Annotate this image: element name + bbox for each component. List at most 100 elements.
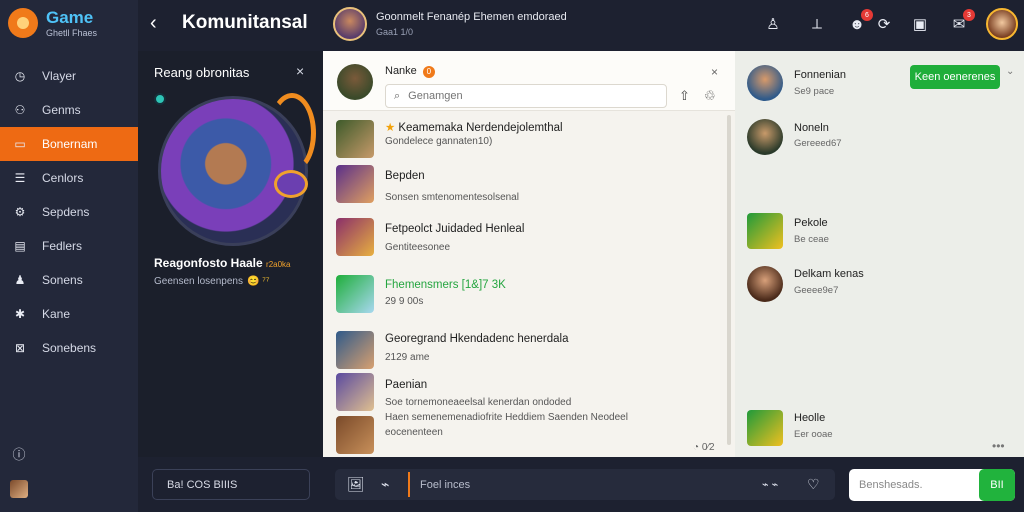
members-panel: Keen oenerenes ⌄ Fonnenian Se9 pace None… xyxy=(735,51,1024,457)
profile-icon[interactable]: ♙ xyxy=(763,14,783,34)
scrollbar[interactable] xyxy=(727,115,731,445)
avatar xyxy=(747,65,783,101)
nav-item-label: Sepdens xyxy=(42,205,90,219)
nav-item-fedlers[interactable]: ▤ Fedlers xyxy=(0,229,138,263)
logo-title: Game xyxy=(46,7,94,27)
avatar xyxy=(747,119,783,155)
online-status-icon xyxy=(154,93,166,105)
avatar xyxy=(336,165,374,203)
avatar xyxy=(336,120,374,158)
list-item[interactable]: ★ Keamemaka Nerdendejolemthal Gondelece g… xyxy=(323,117,727,161)
nav-item-label: Bonernam xyxy=(42,137,98,151)
message-input[interactable] xyxy=(408,472,758,497)
avatar xyxy=(747,266,783,302)
people-icon: ⚇ xyxy=(14,103,26,117)
nav-item-label: Kane xyxy=(42,307,71,321)
star-icon: ★ xyxy=(385,122,396,134)
list-item[interactable] xyxy=(323,414,727,458)
left-nav: Game Ghetll Fhaes ◷ Vlayer ⚇ Genms ▭ Bon… xyxy=(0,0,138,512)
profile-panel: Reang obronitas × Reagonfosto Haale r2a0… xyxy=(138,51,323,457)
refresh-icon[interactable]: ⟳ xyxy=(874,14,894,34)
avatar xyxy=(336,218,374,256)
help-icon[interactable]: ⓘ xyxy=(10,444,28,462)
page-title: Komunitansal xyxy=(182,12,308,33)
close-icon[interactable]: × xyxy=(711,65,718,79)
search-input[interactable] xyxy=(408,90,629,102)
recycle-icon[interactable]: ♲ xyxy=(704,88,716,104)
list-item[interactable]: Fhemensmers [1&]7 3K 29 9 00s xyxy=(323,273,727,321)
join-button[interactable]: Keen oenerenes xyxy=(910,65,1000,89)
chevron-down-icon[interactable]: ⌄ xyxy=(1006,66,1014,77)
nav-item-label: Cenlors xyxy=(42,171,84,185)
message-icon[interactable]: ✉ 3 xyxy=(949,9,975,34)
quick-reply-input[interactable] xyxy=(849,469,977,501)
list-item[interactable]: Fetpeolct Juidaded Henleal Gentiteesonee xyxy=(323,216,727,264)
avatar xyxy=(747,410,783,446)
chat-list-title: Nanke 0 xyxy=(385,65,435,78)
logo-subtitle: Ghetll Fhaes xyxy=(46,27,98,38)
avatar xyxy=(336,275,374,313)
nav-item-label: Vlayer xyxy=(42,69,77,83)
logo-icon xyxy=(8,8,38,38)
avatar xyxy=(336,331,374,369)
notification-badge: 6 xyxy=(861,9,873,21)
nav-item-label: Sonens xyxy=(42,273,83,287)
user-avatar[interactable] xyxy=(333,7,367,41)
profile-panel-title: Reang obronitas xyxy=(154,65,250,80)
close-icon[interactable]: × xyxy=(296,63,304,79)
list-icon: ☰ xyxy=(14,171,26,185)
more-icon[interactable]: ••• xyxy=(992,439,1005,453)
user-status: Gaa1 1/0 xyxy=(376,27,414,37)
nav-item-label: Genms xyxy=(42,103,81,117)
nav-item-sepdens[interactable]: ⚙ Sepdens xyxy=(0,195,138,229)
nav-item-label: Sonebens xyxy=(42,341,97,355)
top-bar: ‹ Komunitansal Goonmelt Fenanép Ehemen e… xyxy=(138,0,1024,51)
square-icon[interactable]: ▣ xyxy=(910,14,930,34)
profile-name: Reagonfosto Haale r2a0ka xyxy=(154,256,291,270)
share-icon[interactable]: ⇧ xyxy=(679,88,690,104)
avatar xyxy=(336,373,374,411)
nav-list: ◷ Vlayer ⚇ Genms ▭ Bonernam ☰ Cenlors ⚙ … xyxy=(0,59,138,365)
count-badge: 0 xyxy=(422,66,435,78)
account-avatar[interactable] xyxy=(986,8,1018,40)
group-avatar[interactable] xyxy=(337,64,373,100)
user-avatar[interactable] xyxy=(10,480,28,498)
bottom-bar: Ba! COS BIIIS 🖼 ⌁ ⌁ ⌁ ♡ BII xyxy=(138,457,1024,512)
attach-icon[interactable]: ⌁ xyxy=(381,476,389,493)
app-logo[interactable]: Game Ghetll Fhaes xyxy=(8,8,97,38)
list-item[interactable]: Paenian Soe tornemoneaeelsal kenerdan on… xyxy=(323,371,727,438)
nav-item-cenlors[interactable]: ☰ Cenlors xyxy=(0,161,138,195)
status-button[interactable]: Ba! COS BIIIS xyxy=(152,469,310,500)
profile-description: Geensen losenpens 😊 ⁷⁷ xyxy=(154,276,270,287)
read-status: ◔ 0⁄2 xyxy=(693,442,715,453)
settings-icon: ⚙ xyxy=(14,205,26,219)
person-icon: ♟ xyxy=(14,273,26,287)
nav-item-sonens[interactable]: ♟ Sonens xyxy=(0,263,138,297)
nav-item-vlayer[interactable]: ◷ Vlayer xyxy=(0,59,138,93)
folder-icon: ▤ xyxy=(14,239,26,253)
nav-item-genms[interactable]: ⚇ Genms xyxy=(0,93,138,127)
image-icon[interactable]: 🖼 xyxy=(347,476,365,493)
nav-item-sonebens[interactable]: ⊠ Sonebens xyxy=(0,331,138,365)
heart-icon[interactable]: ♡ xyxy=(807,476,820,493)
clock-icon: ◷ xyxy=(14,69,26,83)
avatar xyxy=(747,213,783,249)
nav-item-kane[interactable]: ✱ Kane xyxy=(0,297,138,331)
message-composer: 🖼 ⌁ ⌁ ⌁ ♡ xyxy=(335,469,835,500)
chat-list-panel: Nanke0 × ⌕ ⇧ ♲ ★Keamemaka Nerdendejolemt… xyxy=(323,51,735,457)
list-item[interactable]: Bepden Sonsen smtenomentesolsenal xyxy=(323,163,727,211)
back-button[interactable]: ‹ xyxy=(150,12,157,35)
emoji-icon[interactable]: ☻ 6 xyxy=(847,9,873,34)
quick-reply: BII xyxy=(849,469,1015,501)
nav-item-bonernam[interactable]: ▭ Bonernam xyxy=(0,127,138,161)
chat-icon: ▭ xyxy=(14,137,26,151)
send-button[interactable]: BII xyxy=(979,469,1015,501)
pin-icon[interactable]: ⟂ xyxy=(807,14,827,34)
chat-list-header: Nanke0 × ⌕ ⇧ ♲ xyxy=(323,51,735,111)
list-item[interactable]: Georegrand Hkendadenc henerdala 2129 ame xyxy=(323,329,727,377)
smile-icon: 😊 ⁷⁷ xyxy=(246,276,270,287)
search-icon: ⌕ xyxy=(394,89,401,102)
search-box[interactable]: ⌕ xyxy=(385,84,667,108)
voice-icon[interactable]: ⌁ ⌁ xyxy=(762,478,778,491)
box-icon: ⊠ xyxy=(14,341,26,355)
